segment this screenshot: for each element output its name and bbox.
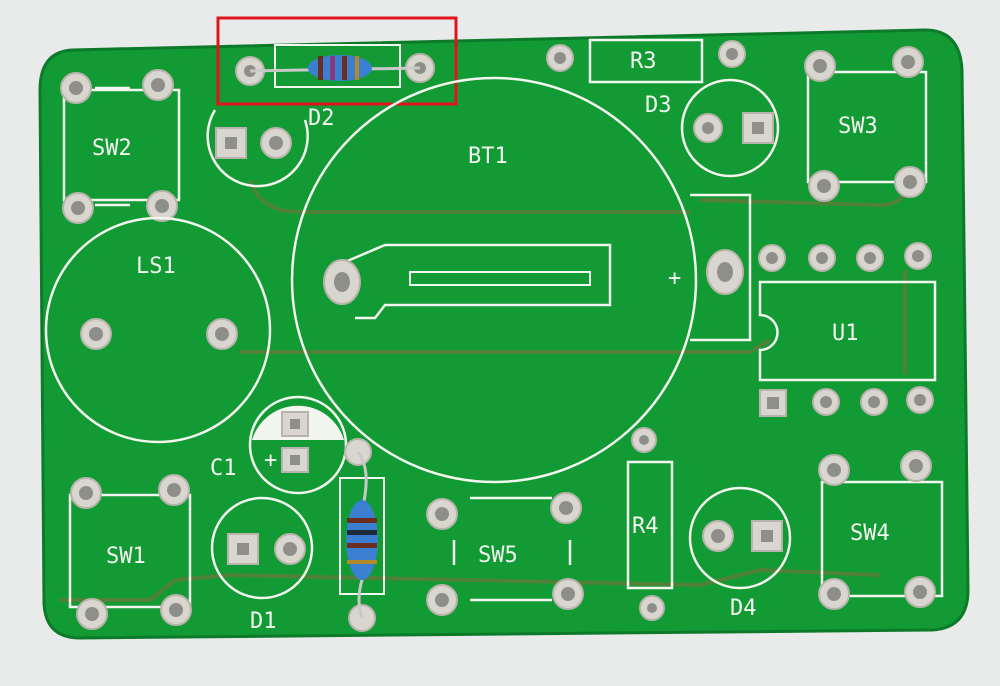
bt1-label: BT1 (468, 144, 508, 169)
d3-label: D3 (645, 93, 672, 118)
sw4-label: SW4 (850, 521, 890, 546)
sw1-label: SW1 (106, 544, 146, 569)
sw5-label: SW5 (478, 543, 518, 568)
sw3-label: SW3 (838, 114, 878, 139)
sw2-label: SW2 (92, 136, 132, 161)
pcb-photo: SW2 D2 BT1 + R3 D3 SW3 LS1 U1 C1 + SW1 D… (0, 0, 1000, 686)
u1-label: U1 (832, 321, 859, 346)
r3-label: R3 (630, 49, 657, 74)
r4-label: R4 (632, 514, 659, 539)
ls1-label: LS1 (136, 254, 176, 279)
d1-label: D1 (250, 609, 277, 634)
d4-label: D4 (730, 596, 757, 621)
c1-label: C1 (210, 456, 237, 481)
c1-plus-label: + (264, 448, 277, 473)
d2-label: D2 (308, 106, 335, 131)
bt1-plus-label: + (668, 266, 681, 291)
